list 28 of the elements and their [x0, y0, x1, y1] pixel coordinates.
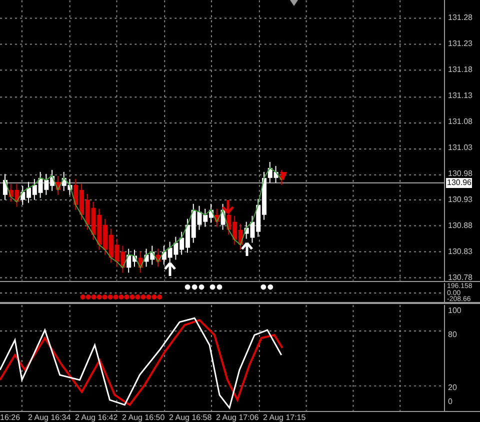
price-axis-label: 131.28 — [448, 14, 474, 22]
price-axis-label: 130.88 — [448, 222, 474, 230]
up-arrow-icon — [241, 242, 253, 256]
price-axis-label: 130.93 — [448, 196, 474, 204]
time-axis-label: 2 Aug 16:34 — [28, 414, 72, 422]
current-price-label: 130.96 — [446, 178, 472, 188]
oscillator-axis-label: 80 — [448, 331, 458, 339]
time-axis-label: 2 Aug 17:06 — [216, 414, 260, 422]
price-axis-label: 131.13 — [448, 92, 474, 100]
price-axis-label: 130.78 — [448, 274, 474, 282]
price-axis-label: 130.83 — [448, 248, 474, 256]
price-axis-label: 130.98 — [448, 170, 474, 178]
down-arrow-icon — [280, 172, 287, 180]
time-axis-label: 2 Aug 16:58 — [169, 414, 213, 422]
oscillator-axis-label: 20 — [448, 384, 458, 392]
up-arrow-icon — [164, 262, 176, 276]
price-axis-label: 131.18 — [448, 66, 474, 74]
price-axis-label: 131.03 — [448, 144, 474, 152]
time-axis-label: 16:26 — [0, 414, 22, 422]
price-axis-label: 131.23 — [448, 40, 474, 48]
oscillator-axis-label: 100 — [448, 307, 462, 315]
time-axis-label: 2 Aug 16:42 — [75, 414, 119, 422]
time-axis-label: 2 Aug 16:50 — [122, 414, 166, 422]
price-axis-label: 131.08 — [448, 118, 474, 126]
oscillator-axis-label: 0 — [448, 398, 454, 406]
scroll-marker-icon[interactable] — [290, 0, 298, 6]
time-axis-label: 2 Aug 17:15 — [263, 414, 307, 422]
down-arrow-icon — [222, 200, 234, 214]
